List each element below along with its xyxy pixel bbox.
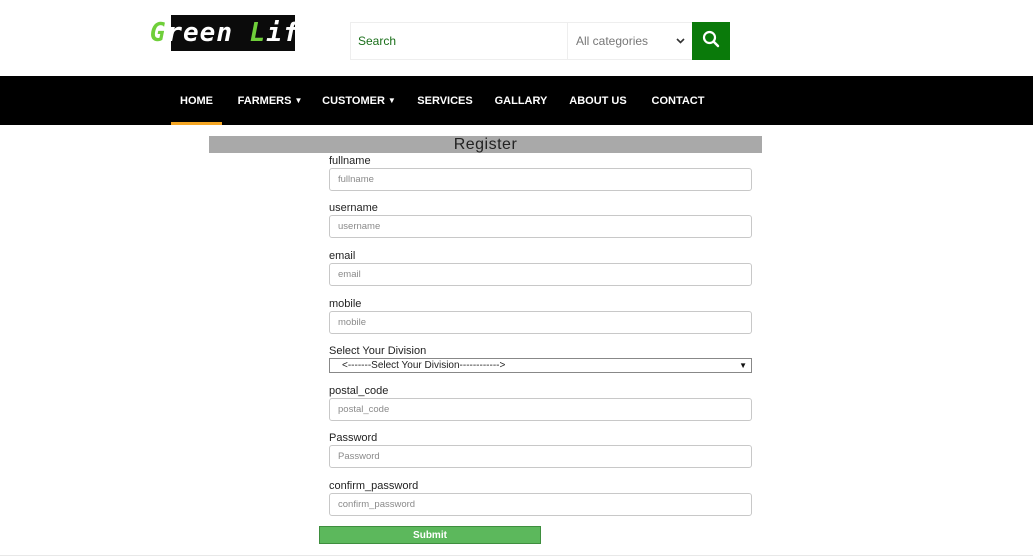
division-label: Select Your Division	[329, 345, 427, 357]
nav-farmers-label: FARMERS	[237, 94, 292, 107]
division-select[interactable]: <-------Select Your Division------------…	[329, 358, 752, 373]
email-field[interactable]	[329, 263, 752, 286]
main-navbar: HOME FARMERS ▼ CUSTOMER ▼ SERVICES GALLARY…	[0, 76, 1033, 125]
nav-gallary[interactable]: GALLARY	[494, 76, 548, 125]
register-heading-bar: Register	[209, 136, 762, 153]
confirm-password-field[interactable]	[329, 493, 752, 516]
postal-code-label: postal_code	[329, 385, 389, 397]
mobile-label: mobile	[329, 298, 362, 310]
search-icon	[702, 30, 720, 53]
site-header: Green Life All categories	[0, 0, 1033, 76]
submit-button-label: Submit	[413, 529, 447, 541]
email-label: email	[329, 250, 356, 262]
caret-down-icon: ▼	[387, 96, 396, 105]
green-life-logo[interactable]: Green Life	[150, 15, 315, 51]
chevron-down-icon	[676, 35, 685, 47]
search-input[interactable]	[351, 23, 567, 59]
page-title: Register	[453, 135, 518, 153]
nav-farmers[interactable]: FARMERS ▼	[237, 76, 303, 125]
confirm-password-label: confirm_password	[329, 480, 419, 492]
password-label: Password	[329, 432, 378, 444]
nav-customer-label: CUSTOMER	[322, 94, 385, 107]
division-select-value: <-------Select Your Division------------…	[342, 360, 506, 371]
postal-code-field[interactable]	[329, 398, 752, 421]
nav-home[interactable]: HOME	[171, 76, 222, 125]
search-button[interactable]	[692, 22, 730, 60]
category-select-value: All categories	[576, 34, 649, 48]
search-bar: All categories	[350, 22, 730, 60]
nav-services[interactable]: SERVICES	[417, 76, 473, 125]
username-label: username	[329, 202, 378, 214]
fullname-field[interactable]	[329, 168, 752, 191]
caret-down-icon: ▼	[294, 96, 303, 105]
page-bottom-divider	[0, 555, 1033, 556]
nav-contact[interactable]: CONTACT	[649, 76, 707, 125]
mobile-field[interactable]	[329, 311, 752, 334]
nav-about-us[interactable]: ABOUT US	[569, 76, 627, 125]
nav-about-label: ABOUT US	[569, 94, 627, 107]
logo-text: Green Life	[149, 18, 317, 48]
nav-customer[interactable]: CUSTOMER ▼	[322, 76, 396, 125]
nav-contact-label: CONTACT	[651, 94, 705, 107]
nav-gallary-label: GALLARY	[494, 94, 548, 107]
nav-services-label: SERVICES	[417, 94, 473, 107]
submit-button[interactable]: Submit	[319, 526, 541, 544]
category-select[interactable]: All categories	[567, 23, 693, 59]
fullname-label: fullname	[329, 155, 371, 167]
nav-home-label: HOME	[180, 94, 213, 107]
username-field[interactable]	[329, 215, 752, 238]
password-field[interactable]	[329, 445, 752, 468]
triangle-down-icon: ▼	[739, 361, 747, 370]
